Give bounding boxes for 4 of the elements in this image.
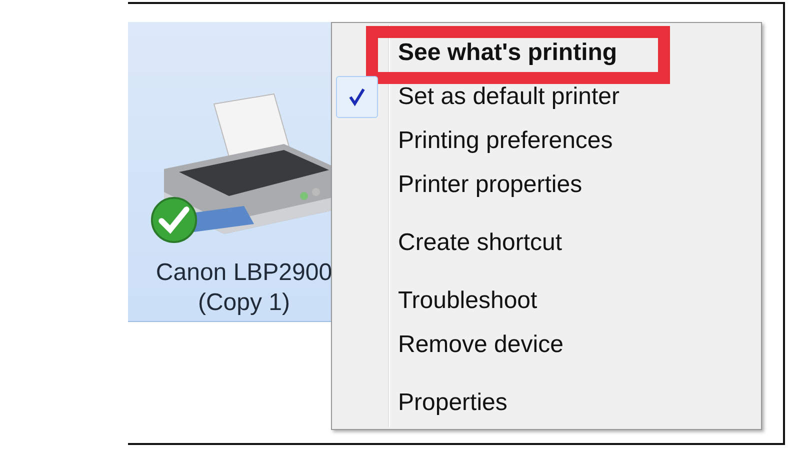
- menu-item[interactable]: Properties: [332, 381, 761, 425]
- printer-name: Canon LBP2900: [156, 258, 332, 288]
- printer-name-suffix: (Copy 1): [198, 288, 290, 318]
- menu-item[interactable]: Remove device: [332, 323, 761, 367]
